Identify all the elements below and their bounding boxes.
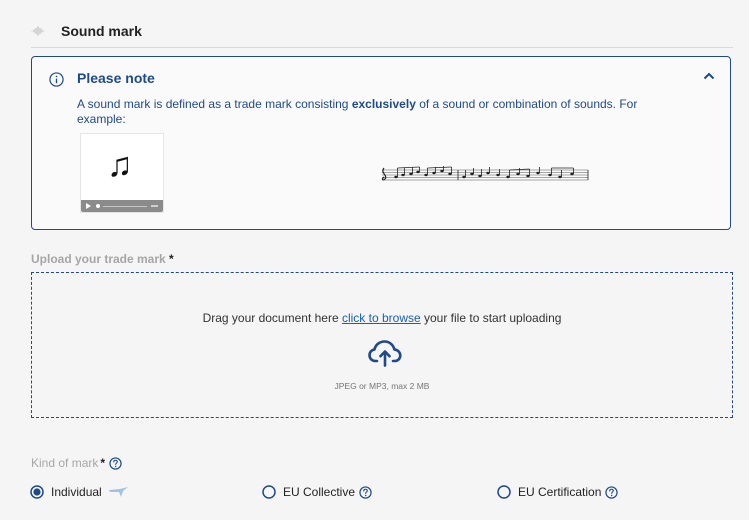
audio-example-thumbnail: ♫ — [80, 133, 164, 213]
emphasis-text: exclusively — [351, 97, 416, 111]
bird-logo-icon — [108, 487, 128, 497]
section-header: Sound mark — [31, 14, 733, 48]
kind-of-mark-label: Kind of mark * — [31, 456, 122, 470]
cloud-upload-icon[interactable] — [368, 339, 402, 367]
option-label: EU Certification — [518, 485, 602, 499]
option-label: EU Collective — [283, 485, 356, 499]
required-asterisk: * — [169, 252, 174, 266]
chevron-up-icon[interactable] — [703, 72, 715, 80]
accepted-formats: JPEG or MP3, max 2 MB — [334, 381, 430, 391]
drag-instructions: Drag your document here click to browse … — [202, 311, 562, 325]
radio-individual[interactable]: Individual — [30, 485, 130, 499]
option-label: Individual — [51, 485, 102, 499]
help-icon[interactable] — [109, 456, 122, 470]
music-note-icon: ♫ — [107, 146, 133, 184]
info-icon — [49, 72, 64, 87]
help-icon[interactable] — [359, 485, 372, 499]
upload-label: Upload your trade mark * — [31, 252, 174, 266]
radio-eu-collective[interactable]: EU Collective — [262, 485, 372, 499]
please-note-panel: Please note A sound mark is defined as a… — [31, 56, 731, 230]
sheet-music-icon — [381, 166, 589, 181]
help-icon[interactable] — [605, 485, 619, 499]
radio-eu-certification[interactable]: EU Certification — [497, 485, 619, 499]
note-title: Please note — [77, 70, 155, 86]
browse-link[interactable]: click to browse — [342, 311, 421, 325]
section-title: Sound mark — [61, 22, 142, 39]
radio-unselected-icon[interactable] — [262, 485, 276, 499]
radio-selected-icon[interactable] — [30, 485, 44, 499]
audio-player-bar — [81, 200, 163, 212]
required-asterisk: * — [100, 456, 106, 470]
play-icon — [86, 203, 91, 209]
note-description: A sound mark is defined as a trade mark … — [77, 97, 638, 126]
sound-wave-icon — [31, 26, 45, 36]
radio-unselected-icon[interactable] — [497, 485, 511, 499]
file-drop-zone[interactable]: Drag your document here click to browse … — [31, 272, 733, 418]
